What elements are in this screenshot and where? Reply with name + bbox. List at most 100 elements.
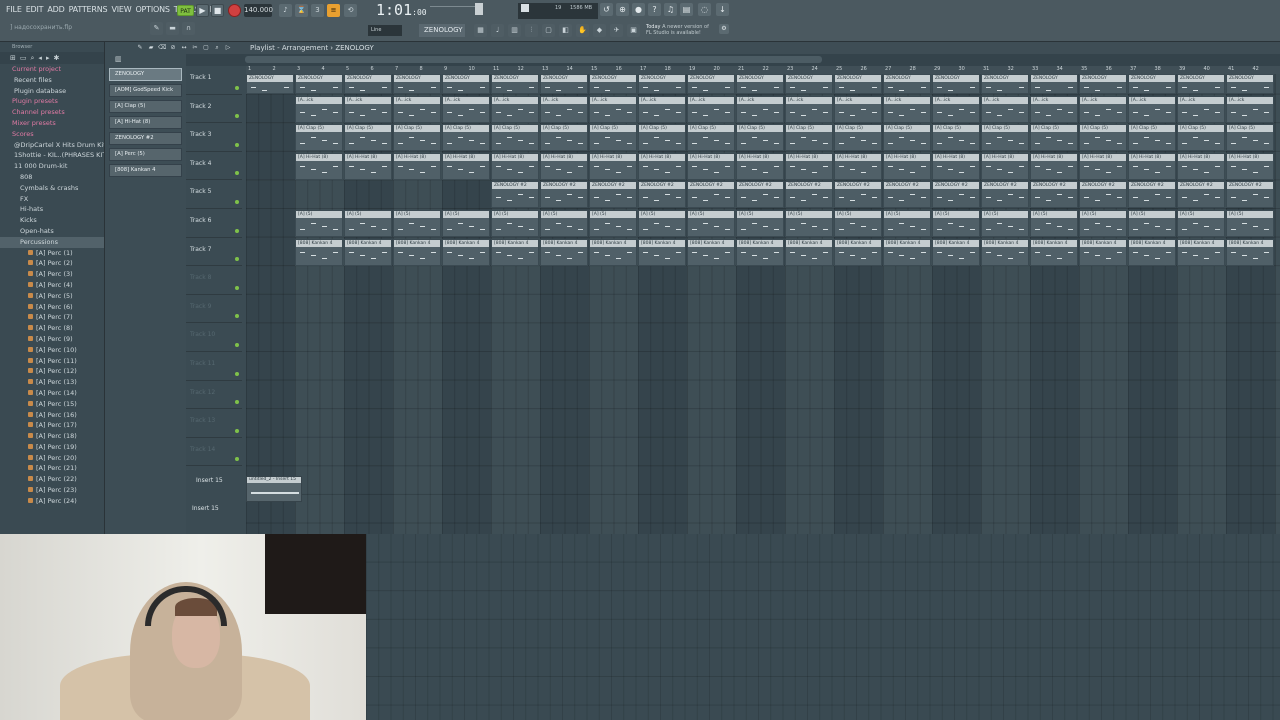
pattern-clip[interactable]: [A] Hi-Hat (8) — [1226, 152, 1274, 180]
countdown-icon[interactable]: 3 — [311, 4, 324, 17]
pattern-clip[interactable]: ZENOLOGY #2 — [1226, 181, 1274, 209]
pattern-clip[interactable]: [A] Clap (5) — [589, 124, 637, 152]
pattern-clip[interactable]: [A...ick — [1226, 95, 1274, 123]
picker-item[interactable]: [A] Clap (5) — [109, 100, 182, 113]
pattern-clip[interactable]: [A] (5) — [834, 210, 882, 237]
pattern-clip[interactable]: ZENOLOGY #2 — [1128, 181, 1176, 209]
pattern-clip[interactable]: [A] Clap (5) — [540, 124, 588, 152]
pattern-clip[interactable]: [A...ick — [393, 95, 441, 123]
browser-item[interactable]: Plugin presets — [0, 96, 104, 107]
paint-tool-icon[interactable]: ▰ — [147, 44, 155, 52]
browser-item[interactable]: [A] Perc (9) — [0, 334, 104, 345]
browser-item[interactable]: [A] Perc (12) — [0, 366, 104, 377]
plugin-picker-icon[interactable]: ◧ — [559, 24, 572, 37]
pattern-clip[interactable]: ZENOLOGY — [1177, 74, 1225, 94]
pattern-clip[interactable]: [A] Hi-Hat (8) — [785, 152, 833, 180]
chat-icon[interactable]: ◌ — [698, 3, 711, 16]
pattern-clip[interactable]: [A] (5) — [883, 210, 931, 237]
track-header[interactable]: Track 1 — [186, 66, 242, 95]
browser-item[interactable]: [A] Perc (15) — [0, 399, 104, 410]
pattern-clip[interactable]: ZENOLOGY #2 — [491, 181, 539, 209]
pattern-clip[interactable]: [A] Hi-Hat (8) — [981, 152, 1029, 180]
picker-item[interactable]: [808] Kankan 4 — [109, 164, 182, 177]
browser-item[interactable]: [A] Perc (7) — [0, 312, 104, 323]
track-active-icon[interactable] — [235, 199, 239, 204]
track-active-icon[interactable] — [235, 400, 239, 405]
track-header[interactable]: Track 12 — [186, 381, 242, 410]
browser-item[interactable]: FX — [0, 194, 104, 205]
browser-item[interactable]: [A] Perc (24) — [0, 496, 104, 507]
pattern-clip[interactable]: [A] Clap (5) — [1079, 124, 1127, 152]
track-active-icon[interactable] — [235, 428, 239, 433]
browser-item[interactable]: [A] Perc (17) — [0, 420, 104, 431]
track-header[interactable]: Track 10 — [186, 323, 242, 352]
pattern-clip[interactable]: [A] Hi-Hat (8) — [736, 152, 784, 180]
pattern-clip[interactable]: [A] Hi-Hat (8) — [1128, 152, 1176, 180]
pattern-clip[interactable]: [A] Hi-Hat (8) — [589, 152, 637, 180]
pattern-clip[interactable]: ZENOLOGY — [491, 74, 539, 94]
browser-item[interactable]: [A] Perc (19) — [0, 442, 104, 453]
play-button[interactable]: ▶ — [196, 4, 209, 17]
pattern-clip[interactable]: [A...ick — [491, 95, 539, 123]
pattern-clip[interactable]: [A...ick — [1128, 95, 1176, 123]
menu-patterns[interactable]: PATTERNS — [67, 5, 110, 14]
track-active-icon[interactable] — [235, 228, 239, 233]
pattern-clip[interactable]: ZENOLOGY — [736, 74, 784, 94]
delete-tool-icon[interactable]: ⌫ — [158, 44, 166, 52]
pattern-clip[interactable]: [A] Clap (5) — [687, 124, 735, 152]
tempo-display[interactable]: 140.000 — [244, 4, 273, 17]
slip-tool-icon[interactable]: ↔ — [180, 44, 188, 52]
pattern-clip[interactable]: [A...ick — [589, 95, 637, 123]
pin-icon[interactable]: ✱ — [53, 54, 59, 62]
blend-notes-icon[interactable]: ≡ — [327, 4, 340, 17]
track-header[interactable]: Track 11 — [186, 352, 242, 381]
pattern-clip[interactable]: ZENOLOGY #2 — [981, 181, 1029, 209]
pattern-clip[interactable]: [808] Kankan 4 — [687, 238, 735, 266]
track-header[interactable]: Track 7 — [186, 238, 242, 267]
browser-item[interactable]: Channel presets — [0, 107, 104, 118]
channel-rack-icon[interactable]: ▥ — [508, 24, 521, 37]
menu-options[interactable]: OPTIONS — [133, 5, 171, 14]
browser-item[interactable]: [A] Perc (4) — [0, 280, 104, 291]
pattern-clip[interactable]: [808] Kankan 4 — [785, 238, 833, 266]
pattern-clip[interactable]: [A...ick — [981, 95, 1029, 123]
master-pitch-handle[interactable] — [475, 3, 483, 15]
pattern-clip[interactable]: [A] (5) — [1079, 210, 1127, 237]
pattern-clip[interactable]: [A...ick — [834, 95, 882, 123]
track-active-icon[interactable] — [235, 114, 239, 119]
pattern-clip[interactable]: [808] Kankan 4 — [1079, 238, 1127, 266]
pattern-clip[interactable]: [808] Kankan 4 — [1177, 238, 1225, 266]
track-active-icon[interactable] — [235, 257, 239, 262]
wait-input-icon[interactable]: ⌛ — [295, 4, 308, 17]
pattern-clip[interactable]: [A] Hi-Hat (8) — [344, 152, 392, 180]
pattern-clip[interactable]: [A...ick — [1079, 95, 1127, 123]
pattern-clip[interactable]: [A] (5) — [638, 210, 686, 237]
pattern-clip[interactable]: [808] Kankan 4 — [295, 238, 343, 266]
track-header[interactable]: Track 3 — [186, 123, 242, 152]
pattern-clip[interactable]: [A] Clap (5) — [932, 124, 980, 152]
pattern-clip[interactable]: ZENOLOGY — [1030, 74, 1078, 94]
pattern-clip[interactable]: [A] Hi-Hat (8) — [540, 152, 588, 180]
pattern-clip[interactable]: [A...ick — [1030, 95, 1078, 123]
browser-icon[interactable]: ▢ — [542, 24, 555, 37]
pattern-clip[interactable]: [808] Kankan 4 — [393, 238, 441, 266]
browser-item[interactable]: Scores — [0, 129, 104, 140]
snap-selector[interactable]: Line — [368, 25, 402, 36]
playback-tool-icon[interactable]: ▷ — [224, 44, 232, 52]
track-header[interactable]: Track 9 — [186, 295, 242, 324]
browser-item[interactable]: [A] Perc (2) — [0, 258, 104, 269]
pattern-clip[interactable]: [A] Hi-Hat (8) — [442, 152, 490, 180]
browser-item[interactable]: Current project — [0, 64, 104, 75]
back-icon[interactable]: ◂ — [38, 54, 42, 62]
browser-item[interactable]: [A] Perc (6) — [0, 302, 104, 313]
pattern-clip[interactable]: [A] (5) — [1226, 210, 1274, 237]
pattern-clip[interactable]: [A] Hi-Hat (8) — [638, 152, 686, 180]
browser-item[interactable]: [A] Perc (23) — [0, 485, 104, 496]
track-header[interactable]: Track 13 — [186, 409, 242, 438]
browser-item[interactable]: 808 — [0, 172, 104, 183]
stop-button[interactable]: ■ — [211, 4, 224, 17]
browser-item[interactable]: [A] Perc (21) — [0, 463, 104, 474]
browser-item[interactable]: [A] Perc (13) — [0, 377, 104, 388]
record-button[interactable] — [228, 4, 241, 17]
pattern-clip[interactable]: ZENOLOGY — [1079, 74, 1127, 94]
